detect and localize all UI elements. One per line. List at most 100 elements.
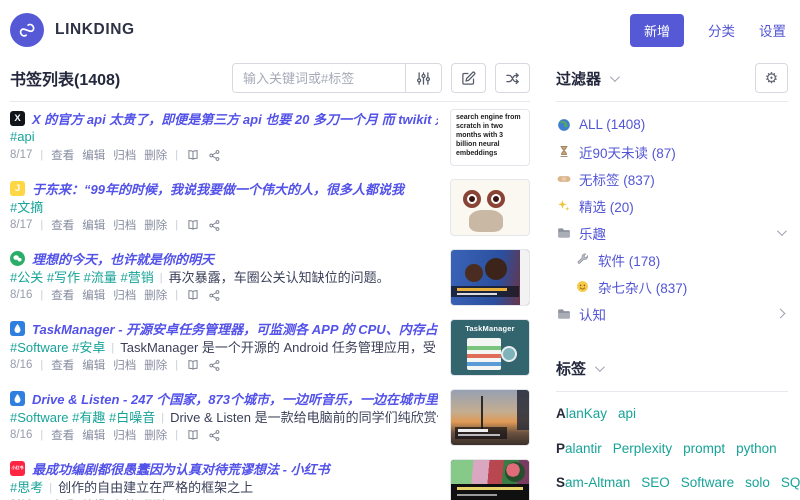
filter-untagged[interactable]: 无标签 (837) <box>556 165 788 192</box>
filter-all[interactable]: ALL (1408) <box>556 111 788 138</box>
tag-link[interactable]: SEO <box>641 475 670 490</box>
sparkles-icon <box>556 199 571 212</box>
filter-folder-misc[interactable]: 杂七杂八 (837) <box>556 273 788 300</box>
filter-unread-90days[interactable]: 近90天未读 (87) <box>556 138 788 165</box>
xiaohongshu-favicon-icon: 小红书 <box>10 460 25 476</box>
bookmark-title-link[interactable]: Drive & Listen - 247 个国家，873个城市，一边听音乐，一边… <box>32 389 438 407</box>
bookmark-title-link[interactable]: 最成功编剧都很愚蠢因为认真对待荒谬想法 - 小红书 <box>32 459 330 477</box>
archive-link[interactable]: 归档 <box>113 357 136 373</box>
tag-link[interactable]: prompt <box>683 441 725 456</box>
view-link[interactable]: 查看 <box>51 357 74 373</box>
edit-link[interactable]: 编辑 <box>82 287 105 303</box>
bookmark-thumbnail[interactable] <box>450 179 530 236</box>
archive-link[interactable]: 归档 <box>113 287 136 303</box>
share-icon[interactable] <box>208 429 221 442</box>
search-input[interactable] <box>233 64 405 92</box>
bookmark-thumbnail[interactable]: search engine from scratch in two months… <box>450 109 530 166</box>
app-header: LINKDING 新增 分类 设置 <box>0 0 800 53</box>
settings-link[interactable]: 设置 <box>759 20 786 40</box>
tag-link[interactable]: Sam-Altman <box>556 475 630 490</box>
bookmark-thumbnail[interactable] <box>450 459 530 500</box>
tag-group: AlanKay api <box>556 403 788 425</box>
chevron-down-icon[interactable] <box>776 226 787 237</box>
tag-link[interactable]: solo <box>745 475 770 490</box>
wrench-icon <box>575 253 590 266</box>
filter-folder-cognition[interactable]: 认知 <box>556 300 788 327</box>
bookmark-description: 再次暴露，车圈公关认知缺位的问题。 <box>168 269 390 285</box>
tags-header[interactable]: 标签 <box>556 358 605 379</box>
x-favicon-icon: X <box>10 110 25 126</box>
tag-link[interactable]: python <box>736 441 777 456</box>
bookmark-title-link[interactable]: 理想的今天，也许就是你的明天 <box>32 249 214 267</box>
tag-link[interactable]: AlanKay <box>556 406 607 421</box>
bookmark-thumbnail[interactable]: TaskManager <box>450 319 530 376</box>
sliders-icon <box>416 71 431 85</box>
bookmark-thumbnail[interactable] <box>450 249 530 306</box>
view-link[interactable]: 查看 <box>51 287 74 303</box>
view-link[interactable]: 查看 <box>51 147 74 163</box>
edit-link[interactable]: 编辑 <box>82 357 105 373</box>
share-icon[interactable] <box>208 289 221 302</box>
filter-folder-fun[interactable]: 乐趣 <box>556 219 788 246</box>
bookmark-title-link[interactable]: TaskManager - 开源安卓任务管理器，可监测各 APP 的 CPU、内… <box>32 319 438 337</box>
bookmark-tags[interactable]: #Software #有趣 #白噪音 <box>10 407 155 425</box>
bookmark-date: 8/16 <box>10 429 33 441</box>
bookmark-thumbnail[interactable] <box>450 389 530 446</box>
delete-link[interactable]: 删除 <box>144 427 167 443</box>
reader-view-icon[interactable] <box>186 218 200 232</box>
tag-link[interactable]: Perplexity <box>613 441 672 456</box>
filter-settings-button[interactable]: ⚙ <box>755 63 788 93</box>
bookmark-tags[interactable]: #文摘 <box>10 197 43 215</box>
share-icon[interactable] <box>208 359 221 372</box>
delete-link[interactable]: 删除 <box>144 147 167 163</box>
delete-link[interactable]: 删除 <box>144 217 167 233</box>
bookmark-description: Drive & Listen 是一款给电脑前的同学们纯欣赏使用的... <box>170 409 438 425</box>
bookmark-title-link[interactable]: X 的官方 api 太贵了，即便是第三方 api 也要 20 多刀一个月 而 t… <box>32 109 438 127</box>
bookmark-tags[interactable]: #api <box>10 129 35 144</box>
archive-link[interactable]: 归档 <box>113 427 136 443</box>
reader-view-icon[interactable] <box>186 288 200 302</box>
edit-link[interactable]: 编辑 <box>82 147 105 163</box>
delete-link[interactable]: 删除 <box>144 357 167 373</box>
edit-link[interactable]: 编辑 <box>82 427 105 443</box>
tag-link[interactable]: Palantir <box>556 441 602 456</box>
archive-link[interactable]: 归档 <box>113 217 136 233</box>
tag-cloud: AlanKay api Palantir Perplexity prompt pytho… <box>556 403 800 500</box>
delete-link[interactable]: 删除 <box>144 287 167 303</box>
search-options-button[interactable] <box>405 64 441 92</box>
reader-view-icon[interactable] <box>186 428 200 442</box>
jike-favicon-icon: J <box>10 180 25 196</box>
random-sort-button[interactable] <box>495 63 530 93</box>
bookmark-tags[interactable]: #思考 <box>10 477 43 495</box>
filter-folder-software[interactable]: 软件 (178) <box>556 246 788 273</box>
bookmark-title-link[interactable]: 于东来：“99年的时候，我说我要做一个伟大的人，很多人都说我 <box>32 179 404 197</box>
tag-link[interactable]: Software <box>681 475 734 490</box>
bulk-edit-button[interactable] <box>451 63 486 93</box>
add-bookmark-button[interactable]: 新增 <box>629 13 684 47</box>
shuffle-icon <box>506 72 520 84</box>
edit-link[interactable]: 编辑 <box>82 217 105 233</box>
share-icon[interactable] <box>208 149 221 162</box>
bookmark-item: 小红书 最成功编剧都很愚蠢因为认真对待荒谬想法 - 小红书 #思考 创作的自由建… <box>10 452 530 500</box>
brand[interactable]: LINKDING <box>10 13 135 47</box>
bookmark-item: Drive & Listen - 247 个国家，873个城市，一边听音乐，一边… <box>10 382 530 452</box>
tag-group: Sam-AltmanSEOSoftwaresoloSQLitestripeswi… <box>556 472 800 494</box>
reader-view-icon[interactable] <box>186 148 200 162</box>
tag-link[interactable]: api <box>618 406 636 421</box>
share-icon[interactable] <box>208 219 221 232</box>
search-box <box>232 63 442 93</box>
bookmark-tags[interactable]: #公关 #写作 #流量 #营销 <box>10 267 154 285</box>
archive-link[interactable]: 归档 <box>113 147 136 163</box>
reader-view-icon[interactable] <box>186 358 200 372</box>
bookmark-tags[interactable]: #Software #安卓 <box>10 337 105 355</box>
folder-icon <box>556 308 571 320</box>
categories-link[interactable]: 分类 <box>708 20 735 40</box>
bookmark-date: 8/16 <box>10 289 33 301</box>
view-link[interactable]: 查看 <box>51 427 74 443</box>
chevron-right-icon[interactable] <box>775 308 786 319</box>
filters-header[interactable]: 过滤器 <box>556 68 620 89</box>
app-title: LINKDING <box>55 21 135 38</box>
tag-link[interactable]: SQLite <box>781 475 800 490</box>
view-link[interactable]: 查看 <box>51 217 74 233</box>
filter-featured[interactable]: 精选 (20) <box>556 192 788 219</box>
